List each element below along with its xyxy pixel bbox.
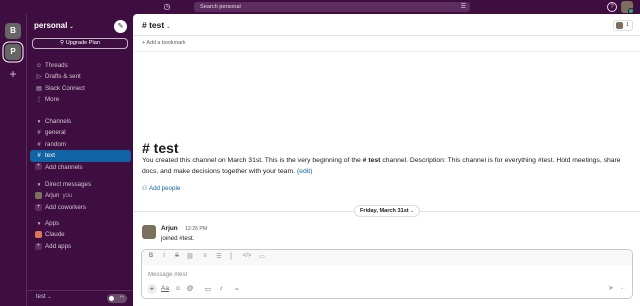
clock-icon[interactable]: ◷ [162,2,172,12]
profile-avatar[interactable] [621,1,634,14]
text-format-icon[interactable]: Aa [160,285,170,292]
sidebar-item-general[interactable]: # general [27,127,134,138]
add-workspace-icon[interactable]: + [5,67,21,81]
sidebar-footer: test ⌄ ◠ [27,290,134,306]
link-icon[interactable]: ⛓ [185,253,195,260]
video-icon[interactable]: ▭ [203,285,213,293]
chevron-down-icon: ⌄ [410,208,415,213]
apps-header[interactable]: ▼ Apps [27,218,134,229]
sidebar-item-more[interactable]: ⋮ More [27,94,134,105]
caret-down-icon: ▼ [36,221,42,226]
avatar[interactable] [142,225,156,239]
apps-section: ▼ Apps Claude + Add apps [27,218,134,252]
help-icon[interactable]: ? [607,2,617,12]
chevron-down-icon[interactable]: ⌄ [620,285,624,291]
italic-icon[interactable]: I [159,253,169,259]
add-person-icon: ⚇ [142,185,148,192]
dm-section: ▼ Direct messages Arjun you + Add coworkers [27,179,134,213]
bulleted-list-icon[interactable]: ☰ [214,253,224,260]
microphone-icon[interactable]: ♪ [216,285,226,292]
add-bookmark-button[interactable]: + Add a bookmark [142,40,186,46]
strikethrough-icon[interactable]: S [172,253,182,259]
code-block-icon[interactable]: ▭ [257,253,267,260]
sidebar-item-threads[interactable]: ☺ Threads [27,60,134,71]
avatar [616,22,623,29]
caret-down-icon: ▼ [36,182,42,187]
message-timestamp[interactable]: 12:26 PM [185,226,207,232]
search-input[interactable]: Search personal ☰ [194,2,470,12]
plus-icon: + [35,163,42,171]
footer-channel-switcher[interactable]: test ⌄ [36,294,52,300]
message-composer: B I S ⛓ ≡ ☰ ▏ </> ▭ + Aa ☺ @ ▭ ♪ ⌁ ➤ ⌄ [141,249,633,299]
chevron-down-icon: ⌄ [47,294,52,300]
channels-header[interactable]: ▼ Channels [27,116,134,127]
emoji-icon[interactable]: ☺ [173,285,183,292]
chevron-down-icon: ⌄ [166,24,171,30]
channel-view: # test ⌄ 1 + Add a bookmark # test You cr… [133,14,640,306]
sidebar-item-dm-arjun[interactable]: Arjun you [27,190,134,201]
members-button[interactable]: 1 [613,20,633,31]
rocket-icon: ⚲ [60,40,65,46]
ordered-list-icon[interactable]: ≡ [200,253,210,259]
date-pill[interactable]: Friday, March 31st ⌄ [354,205,420,217]
message-text: joined #test. [161,235,195,242]
sidebar: personal ⌄ ✎ ⚲ Upgrade Plan ☺ Threads ▷ Dra… [26,14,134,306]
intro-title: # test [142,140,179,156]
attach-plus-icon[interactable]: + [147,284,157,294]
headphones-icon: ◠ [119,295,124,301]
formatting-toolbar: B I S ⛓ ≡ ☰ ▏ </> ▭ [142,250,632,265]
avatar [35,192,42,200]
search-placeholder: Search personal [200,4,241,10]
top-bar: ◷ Search personal ☰ ? [0,0,640,14]
blockquote-icon[interactable]: ▏ [228,253,238,260]
sidebar-nav: ☺ Threads ▷ Drafts & sent ▤ Slack Connect ⋮… [27,60,134,106]
add-coworkers-button[interactable]: + Add coworkers [27,202,134,213]
compose-icon[interactable]: ✎ [114,20,127,33]
add-channels-button[interactable]: + Add channels [27,162,134,173]
message-author[interactable]: Arjun [161,225,178,232]
shortcuts-icon[interactable]: ⌁ [232,285,242,293]
send-icon[interactable]: ➤ [608,284,614,292]
chevron-down-icon: ⌄ [69,24,74,30]
filter-icon[interactable]: ☰ [461,2,466,12]
channel-title[interactable]: # test ⌄ [142,20,170,30]
claude-app-icon [35,231,42,239]
sidebar-item-text[interactable]: # text [30,150,131,162]
workspace-b-button[interactable]: B [5,23,21,39]
channels-section: ▼ Channels # general # random # text + Add ch… [27,116,134,173]
add-apps-button[interactable]: + Add apps [27,241,134,252]
channel-header: # test ⌄ 1 [133,14,640,36]
mention-icon[interactable]: @ [185,285,195,292]
sidebar-item-slack-connect[interactable]: ▤ Slack Connect [27,83,134,94]
more-icon: ⋮ [36,97,42,104]
code-icon[interactable]: </> [242,253,252,259]
workspace-name[interactable]: personal ⌄ [34,21,74,30]
workspace-p-button[interactable]: P [5,44,21,60]
edit-link[interactable]: (edit) [297,168,313,175]
message-input[interactable] [148,270,618,280]
divider [133,51,640,52]
sidebar-item-claude[interactable]: Claude [27,229,134,240]
add-people-button[interactable]: ⚇ Add people [142,185,180,192]
plus-icon: + [35,203,42,211]
upgrade-plan-button[interactable]: ⚲ Upgrade Plan [32,38,128,49]
channel-description: You created this channel on March 31st. … [142,157,621,175]
plus-icon: + [35,242,42,250]
workspace-rail: B P + [0,14,26,306]
caret-down-icon: ▼ [36,119,42,124]
sidebar-item-random[interactable]: # random [27,139,134,150]
sidebar-item-drafts[interactable]: ▷ Drafts & sent [27,71,134,82]
huddle-toggle[interactable]: ◠ [107,294,127,303]
bold-icon[interactable]: B [146,253,156,259]
dm-header[interactable]: ▼ Direct messages [27,179,134,190]
